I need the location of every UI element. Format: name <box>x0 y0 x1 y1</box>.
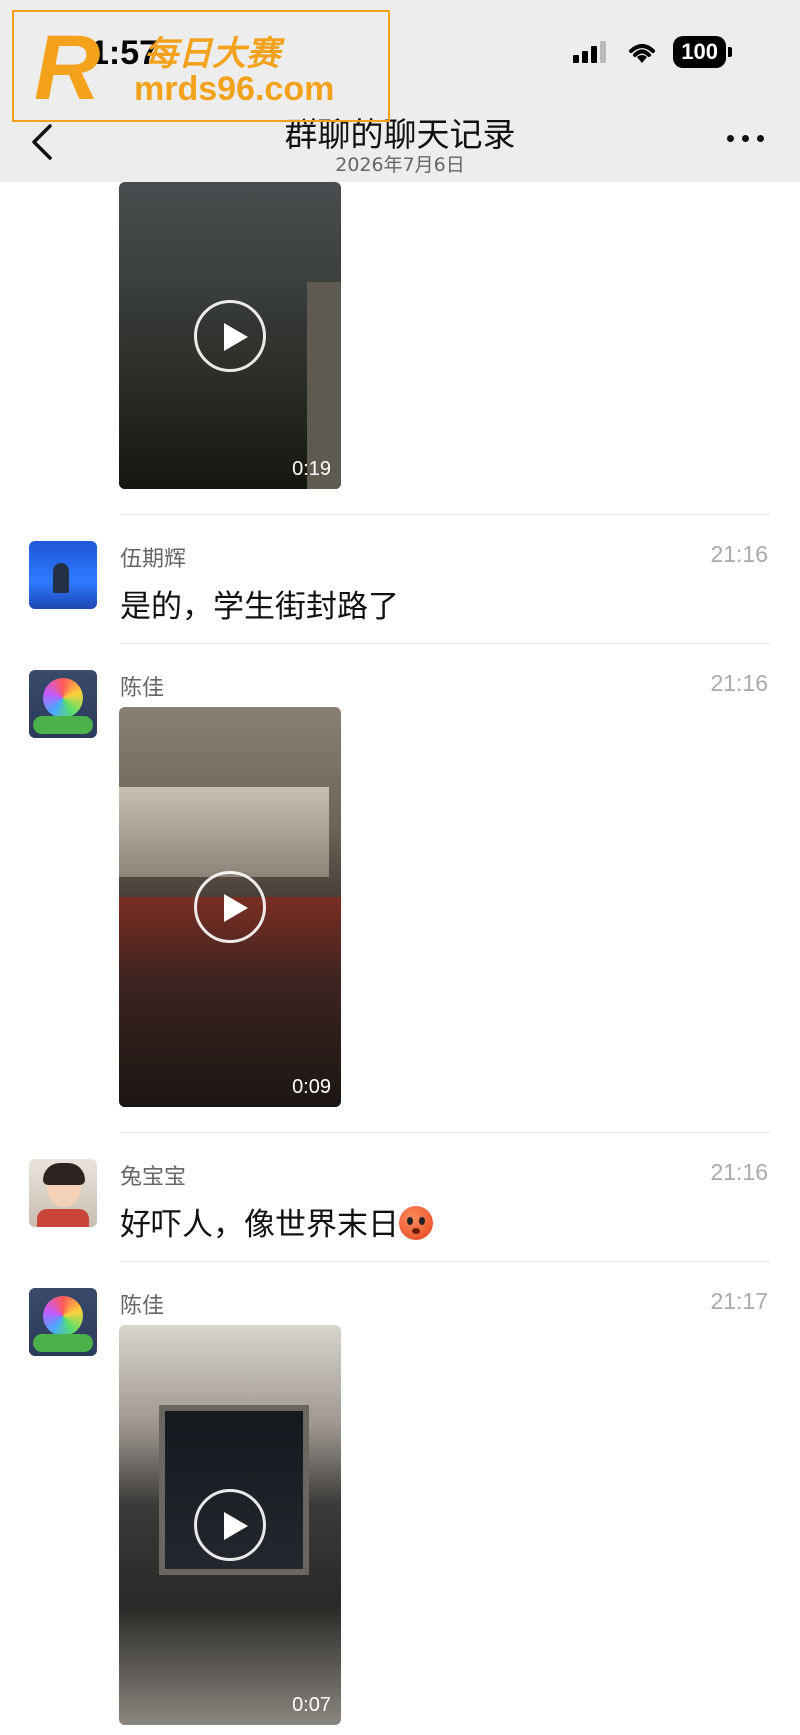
avatar-leaves <box>33 1334 93 1352</box>
battery-indicator: 100 <box>673 36 726 68</box>
video-message[interactable]: 0:07 <box>119 1325 341 1725</box>
video-thumbnail-building <box>119 787 329 877</box>
message-text-row: 好吓人，像世界末日 <box>120 1199 433 1244</box>
message-time: 21:16 <box>710 670 768 696</box>
watermark-logo: R 每日大赛 mrds96.com <box>12 10 390 122</box>
battery-nub <box>728 47 732 57</box>
sender-name: 陈佳 <box>120 676 165 701</box>
avatar[interactable] <box>29 1159 97 1227</box>
sender-name: 兔宝宝 <box>120 1165 187 1190</box>
message-time: 21:16 <box>710 541 768 567</box>
avatar[interactable] <box>29 541 97 609</box>
message-divider <box>120 1132 770 1133</box>
anxious-sweat-emoji-icon <box>399 1206 433 1240</box>
video-duration: 0:07 <box>292 1694 331 1716</box>
page-subtitle: 2026年7月6日 <box>335 154 465 176</box>
avatar-clothes <box>37 1209 89 1227</box>
play-icon[interactable] <box>194 299 266 372</box>
avatar-flower <box>43 1296 83 1336</box>
avatar-figure <box>53 563 69 593</box>
video-message[interactable]: 0:09 <box>119 707 341 1107</box>
avatar[interactable] <box>29 1288 97 1356</box>
message-divider <box>120 514 770 515</box>
message-text: 是的，学生街封路了 <box>120 589 399 625</box>
sender-name: 伍期辉 <box>120 547 187 572</box>
message-text: 好吓人，像世界末日 <box>120 1207 399 1243</box>
avatar-leaves <box>33 716 93 734</box>
message-time: 21:17 <box>710 1288 768 1314</box>
avatar-hair <box>43 1163 85 1185</box>
video-message[interactable]: 0:19 <box>119 182 341 489</box>
watermark-url: mrds96.com <box>134 70 335 108</box>
play-icon[interactable] <box>194 1489 266 1561</box>
message-divider <box>120 1261 770 1262</box>
wifi-icon <box>629 44 656 63</box>
message-time: 21:16 <box>710 1159 768 1185</box>
more-dots-icon[interactable] <box>727 135 764 142</box>
message-divider <box>120 643 770 644</box>
avatar[interactable] <box>29 670 97 738</box>
sender-name: 陈佳 <box>120 1294 165 1319</box>
video-duration: 0:19 <box>292 458 331 480</box>
avatar-flower <box>43 678 83 718</box>
video-duration: 0:09 <box>292 1076 331 1098</box>
watermark-letter: R <box>34 17 101 119</box>
watermark-title: 每日大赛 <box>144 34 280 74</box>
play-icon[interactable] <box>194 871 266 943</box>
status-icons: 100 <box>571 36 732 68</box>
signal-icon <box>573 41 607 63</box>
